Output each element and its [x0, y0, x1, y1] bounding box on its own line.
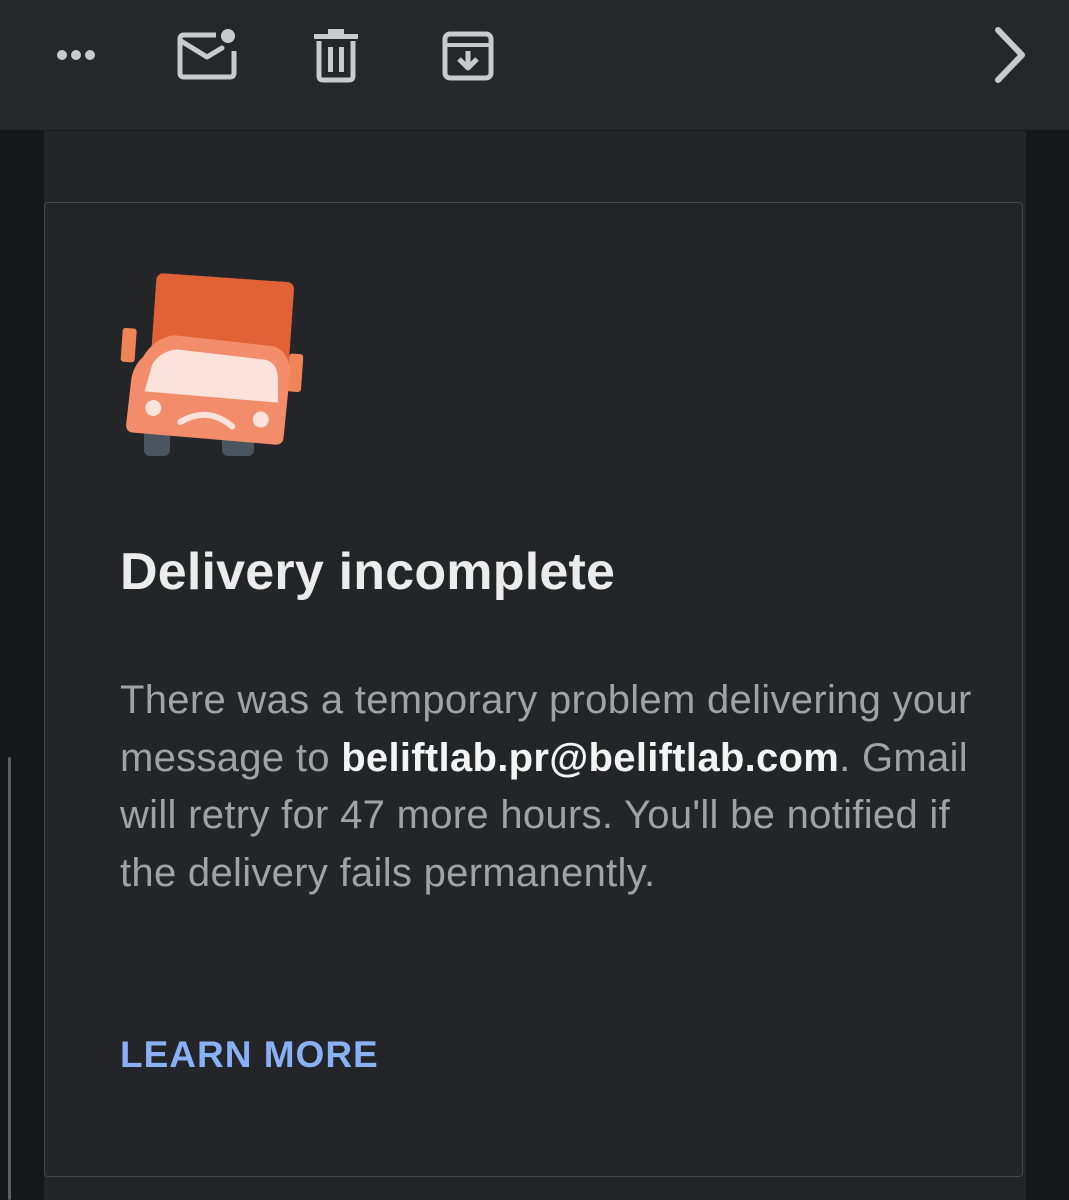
scrollbar[interactable]: [8, 757, 11, 1200]
recipient-email: beliftlab.pr@beliftlab.com: [341, 735, 840, 780]
top-toolbar: [0, 0, 1069, 131]
sad-truck-icon: [120, 273, 304, 456]
archive-icon: [442, 31, 494, 81]
message-body: There was a temporary problem delivering…: [120, 672, 980, 902]
chevron-right-icon: [995, 27, 1025, 83]
left-margin: [0, 131, 44, 1200]
more-icon: [57, 50, 95, 60]
next-message-button[interactable]: [975, 0, 1045, 110]
delete-button[interactable]: [300, 0, 372, 110]
trash-icon: [314, 29, 358, 83]
right-margin: [1026, 131, 1069, 1200]
mark-unread-button[interactable]: [170, 0, 242, 110]
mark-unread-icon: [177, 29, 237, 80]
archive-button[interactable]: [432, 0, 504, 110]
learn-more-link[interactable]: LEARN MORE: [120, 1034, 379, 1076]
more-options-button[interactable]: [40, 0, 112, 110]
page-title: Delivery incomplete: [120, 543, 616, 601]
